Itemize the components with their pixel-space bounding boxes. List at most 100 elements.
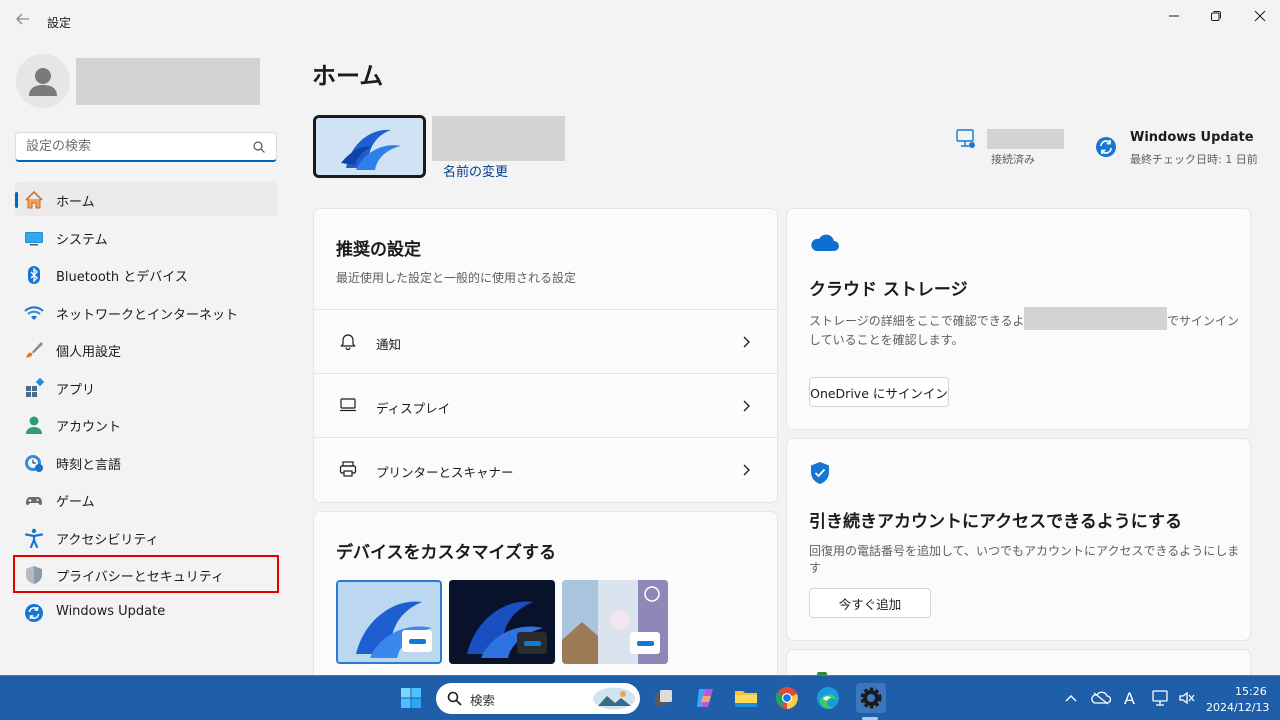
cloud-desc-part2: でサインイン bbox=[1167, 314, 1240, 328]
network-name-redacted bbox=[987, 129, 1064, 149]
system-icon bbox=[25, 231, 43, 245]
speaker-muted-icon bbox=[1179, 691, 1195, 705]
chrome-button[interactable] bbox=[774, 685, 800, 711]
settings-search[interactable] bbox=[15, 132, 277, 162]
recommended-settings-card: 推奨の設定 最近使用した設定と一般的に使用される設定 通知 ディスプレイ プリン… bbox=[313, 208, 778, 503]
sidebar-item-windows-update[interactable]: Windows Update bbox=[15, 595, 277, 629]
sidebar-item-bluetooth[interactable]: Bluetooth とデバイス bbox=[15, 257, 277, 291]
clock-date[interactable]: 2024/12/13 bbox=[1206, 701, 1269, 714]
title-bar: 設定 bbox=[0, 0, 1280, 44]
task-view-button[interactable] bbox=[651, 685, 677, 711]
task-view-icon bbox=[655, 690, 672, 705]
minimize-icon bbox=[1169, 15, 1179, 17]
card-title: 推奨の設定 bbox=[336, 240, 421, 260]
rename-link[interactable]: 名前の変更 bbox=[443, 161, 508, 180]
network-tray-button[interactable] bbox=[1148, 685, 1174, 711]
sidebar-item-network[interactable]: ネットワークとインターネット bbox=[15, 295, 277, 329]
onedrive-signin-button[interactable]: OneDrive にサインイン bbox=[809, 377, 949, 407]
sidebar-item-accessibility[interactable]: アクセシビリティ bbox=[15, 520, 277, 554]
sidebar-item-label: ホーム bbox=[56, 195, 95, 210]
taskbar-search[interactable]: 検索 bbox=[436, 683, 640, 714]
show-hidden-icons-button[interactable] bbox=[1058, 685, 1084, 711]
gear-icon bbox=[860, 687, 882, 709]
card-title: 引き続きアカウントにアクセスできるようにする bbox=[809, 512, 1182, 532]
windows-update-title: Windows Update bbox=[1130, 130, 1254, 145]
settings-taskbar-button[interactable] bbox=[856, 683, 886, 713]
row-label: ディスプレイ bbox=[376, 401, 451, 416]
window-title: 設定 bbox=[47, 16, 72, 30]
maximize-icon bbox=[1211, 11, 1221, 21]
bell-icon bbox=[340, 334, 356, 350]
back-arrow-icon[interactable] bbox=[14, 12, 32, 32]
sidebar-item-label: アクセシビリティ bbox=[56, 532, 159, 548]
bluetooth-icon bbox=[28, 266, 40, 284]
card-title: クラウド ストレージ bbox=[809, 280, 968, 300]
chevron-right-icon bbox=[743, 336, 750, 348]
sidebar-item-accounts[interactable]: アカウント bbox=[15, 407, 277, 441]
clock-time[interactable]: 15:26 bbox=[1235, 685, 1267, 698]
recommended-row-notifications[interactable]: 通知 bbox=[314, 309, 777, 373]
search-highlight-icon bbox=[593, 687, 635, 710]
sidebar-item-label: ネットワークとインターネット bbox=[56, 307, 239, 323]
row-label: プリンターとスキャナー bbox=[376, 465, 514, 480]
recommended-row-display[interactable]: ディスプレイ bbox=[314, 373, 777, 437]
sidebar-item-personalization[interactable]: 個人用設定 bbox=[15, 332, 277, 366]
theme-option-dark[interactable] bbox=[449, 580, 555, 664]
accessibility-icon bbox=[24, 528, 44, 548]
row-label: 通知 bbox=[376, 337, 402, 352]
maximize-button[interactable] bbox=[1196, 2, 1236, 30]
edge-button[interactable] bbox=[815, 685, 841, 711]
chevron-up-icon bbox=[1065, 695, 1077, 702]
sidebar-item-gaming[interactable]: ゲーム bbox=[15, 482, 277, 516]
recommended-row-printers[interactable]: プリンターとスキャナー bbox=[314, 437, 777, 503]
chevron-right-icon bbox=[743, 400, 750, 412]
volume-tray-button[interactable] bbox=[1174, 685, 1200, 711]
shield-check-icon bbox=[811, 462, 829, 484]
cloud-desc-line2: していることを確認します。 bbox=[809, 333, 964, 347]
windows-logo-icon bbox=[401, 688, 421, 708]
close-button[interactable] bbox=[1240, 2, 1280, 30]
home-icon bbox=[25, 190, 43, 209]
ime-indicator[interactable]: A bbox=[1124, 689, 1135, 708]
search-icon[interactable] bbox=[252, 140, 266, 154]
sidebar-item-privacy-security[interactable]: プライバシーとセキュリティ bbox=[13, 555, 279, 593]
sidebar-item-system[interactable]: システム bbox=[15, 220, 277, 254]
card-title: デバイスをカスタマイズする bbox=[336, 543, 556, 563]
theme-option-light[interactable] bbox=[336, 580, 442, 664]
network-icon bbox=[1152, 690, 1168, 706]
onedrive-tray-button[interactable] bbox=[1088, 685, 1114, 711]
windows-update-status[interactable] bbox=[1095, 136, 1119, 160]
sidebar-item-home[interactable]: ホーム bbox=[15, 182, 277, 216]
connection-status[interactable] bbox=[955, 128, 985, 158]
copilot-icon bbox=[697, 689, 713, 707]
cloud-storage-card: クラウド ストレージ ストレージの詳細をここで確認できるように、 でサインイン … bbox=[786, 208, 1251, 430]
theme-option-spotlight[interactable] bbox=[562, 580, 668, 664]
search-input[interactable] bbox=[26, 133, 246, 159]
card-subtitle: 回復用の電話番号を追加して、いつでもアカウントにアクセスできるようにします bbox=[809, 544, 1240, 575]
windows-update-subtitle: 最終チェック日時: 1 日前 bbox=[1130, 153, 1258, 166]
sidebar-item-label: プライバシーとセキュリティ bbox=[56, 570, 224, 585]
avatar[interactable] bbox=[16, 54, 70, 108]
taskbar: 検索 A 15:26 2024/12/13 bbox=[0, 675, 1280, 720]
sidebar-nav: ホーム システム Bluetooth とデバイス ネットワークとインターネット … bbox=[13, 182, 279, 632]
onedrive-cloud-icon bbox=[811, 234, 839, 251]
wifi-icon bbox=[24, 305, 44, 320]
sidebar-item-label: ゲーム bbox=[56, 495, 95, 510]
copilot-button[interactable] bbox=[692, 685, 718, 711]
start-button[interactable] bbox=[398, 685, 424, 711]
sidebar-item-time-language[interactable]: 時刻と言語 bbox=[15, 445, 277, 479]
chevron-right-icon bbox=[743, 464, 750, 476]
sidebar-item-apps[interactable]: アプリ bbox=[15, 370, 277, 404]
file-explorer-button[interactable] bbox=[733, 685, 759, 711]
time-language-icon bbox=[25, 454, 43, 472]
sidebar-item-label: 時刻と言語 bbox=[56, 457, 122, 473]
folder-icon bbox=[735, 691, 757, 707]
add-now-button[interactable]: 今すぐ追加 bbox=[809, 588, 931, 618]
edge-icon bbox=[817, 687, 839, 709]
account-email-redacted bbox=[1024, 307, 1167, 330]
sidebar-item-label: 個人用設定 bbox=[56, 345, 122, 360]
card-subtitle: 最近使用した設定と一般的に使用される設定 bbox=[336, 271, 577, 285]
apps-icon bbox=[26, 377, 44, 397]
monitor-network-icon bbox=[956, 129, 975, 148]
minimize-button[interactable] bbox=[1154, 2, 1194, 30]
